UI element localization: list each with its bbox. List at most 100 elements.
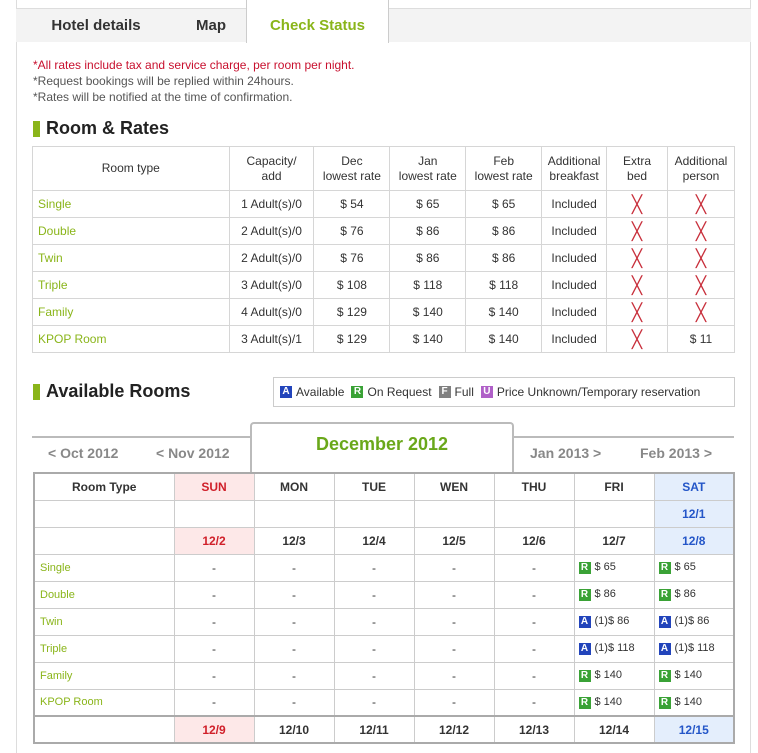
month-nav-divider bbox=[514, 436, 734, 438]
no-availability: - bbox=[173, 553, 255, 582]
date-cell-empty bbox=[413, 499, 495, 528]
additional-person-unavailable-icon: ╳ bbox=[666, 217, 736, 245]
availability-cell[interactable]: R $ 65 bbox=[573, 553, 655, 582]
request-badge-icon: R bbox=[578, 562, 591, 574]
title-marker bbox=[33, 383, 40, 400]
extra-bed-unavailable-icon: ╳ bbox=[606, 325, 668, 353]
calendar-room-row: Family - - - - - R $ 140 R $ 140 bbox=[33, 661, 735, 690]
availability-cell[interactable]: R $ 140 bbox=[653, 688, 735, 717]
rate-jan: $ 65 bbox=[389, 190, 467, 218]
no-availability: - bbox=[173, 688, 255, 717]
rate-capacity: 2 Adult(s)/0 bbox=[228, 217, 315, 245]
booking-notes: *All rates include tax and service charg… bbox=[33, 57, 355, 105]
rate-breakfast: Included bbox=[541, 217, 608, 245]
legend-label: Full bbox=[454, 385, 474, 399]
header-additional-person: Additional person bbox=[666, 146, 736, 191]
no-availability: - bbox=[333, 553, 415, 582]
no-availability: - bbox=[253, 688, 335, 717]
tab-hotel-details[interactable]: Hotel details bbox=[16, 8, 176, 42]
rate-dec: $ 129 bbox=[313, 298, 391, 326]
header-mon: MON bbox=[253, 472, 335, 501]
legend-unknown: U Price Unknown/Temporary reservation bbox=[480, 385, 700, 399]
rate-capacity: 3 Adult(s)/0 bbox=[228, 271, 315, 299]
rate-breakfast: Included bbox=[541, 298, 608, 326]
date-cell-empty bbox=[493, 499, 575, 528]
date-cell: 12/10 bbox=[253, 715, 335, 744]
rate-room-name[interactable]: KPOP Room bbox=[32, 325, 230, 353]
rate-feb: $ 65 bbox=[465, 190, 543, 218]
calendar-room-name[interactable]: KPOP Room bbox=[33, 688, 175, 717]
availability-cell[interactable]: A (1)$ 86 bbox=[573, 607, 655, 636]
calendar-date-row: 12/2 12/3 12/4 12/5 12/6 12/7 12/8 bbox=[33, 526, 735, 555]
tab-map[interactable]: Map bbox=[176, 8, 246, 42]
available-badge-icon: A bbox=[658, 616, 671, 628]
month-navigation: < Oct 2012 < Nov 2012 December 2012 Jan … bbox=[32, 420, 734, 472]
no-availability: - bbox=[253, 661, 335, 690]
rate-breakfast: Included bbox=[541, 190, 608, 218]
month-link-jan-2013[interactable]: Jan 2013 > bbox=[530, 445, 601, 461]
request-badge-icon: R bbox=[658, 589, 671, 601]
no-availability: - bbox=[493, 553, 575, 582]
rate-breakfast: Included bbox=[541, 244, 608, 272]
note-confirmation: *Rates will be notified at the time of c… bbox=[33, 90, 293, 104]
availability-cell[interactable]: A (1)$ 86 bbox=[653, 607, 735, 636]
available-title-text: Available Rooms bbox=[46, 381, 191, 401]
rate-dec: $ 108 bbox=[313, 271, 391, 299]
extra-bed-unavailable-icon: ╳ bbox=[606, 244, 668, 272]
tab-bar: Hotel details Map Check Status bbox=[16, 0, 751, 43]
rate-jan: $ 86 bbox=[389, 217, 467, 245]
rates-row: Triple 3 Adult(s)/0 $ 108 $ 118 $ 118 In… bbox=[32, 271, 736, 299]
note-tax: *All rates include tax and service charg… bbox=[33, 58, 355, 72]
rate-capacity: 2 Adult(s)/0 bbox=[228, 244, 315, 272]
rate-room-name[interactable]: Family bbox=[32, 298, 230, 326]
additional-person-price: $ 11 bbox=[666, 325, 736, 353]
date-cell-empty bbox=[33, 715, 175, 744]
additional-person-unavailable-icon: ╳ bbox=[666, 190, 736, 218]
date-cell: 12/6 bbox=[493, 526, 575, 555]
availability-cell[interactable]: A (1)$ 118 bbox=[653, 634, 735, 663]
rate-room-name[interactable]: Single bbox=[32, 190, 230, 218]
rate-feb: $ 86 bbox=[465, 244, 543, 272]
header-wen: WEN bbox=[413, 472, 495, 501]
header-fri: FRI bbox=[573, 472, 655, 501]
availability-cell[interactable]: R $ 140 bbox=[653, 661, 735, 690]
availability-cell[interactable]: R $ 140 bbox=[573, 688, 655, 717]
request-badge-icon: R bbox=[658, 562, 671, 574]
calendar-room-name[interactable]: Triple bbox=[33, 634, 175, 663]
tab-check-status[interactable]: Check Status bbox=[246, 0, 389, 43]
month-link-feb-2013[interactable]: Feb 2013 > bbox=[640, 445, 712, 461]
no-availability: - bbox=[413, 661, 495, 690]
rate-room-name[interactable]: Twin bbox=[32, 244, 230, 272]
header-feb-rate: Feb lowest rate bbox=[465, 146, 543, 191]
rate-capacity: 4 Adult(s)/0 bbox=[228, 298, 315, 326]
availability-legend: A Available R On Request F Full U Price … bbox=[273, 377, 735, 407]
date-cell-empty bbox=[33, 526, 175, 555]
date-cell: 12/12 bbox=[413, 715, 495, 744]
calendar-room-name[interactable]: Double bbox=[33, 580, 175, 609]
no-availability: - bbox=[333, 580, 415, 609]
header-extra-bed: Extra bed bbox=[606, 146, 668, 191]
rate-room-name[interactable]: Triple bbox=[32, 271, 230, 299]
month-link-nov-2012[interactable]: < Nov 2012 bbox=[156, 445, 230, 461]
available-badge-icon: A bbox=[578, 616, 591, 628]
calendar-room-name[interactable]: Single bbox=[33, 553, 175, 582]
no-availability: - bbox=[413, 580, 495, 609]
no-availability: - bbox=[173, 580, 255, 609]
availability-cell[interactable]: A (1)$ 118 bbox=[573, 634, 655, 663]
calendar-room-name[interactable]: Family bbox=[33, 661, 175, 690]
extra-bed-unavailable-icon: ╳ bbox=[606, 217, 668, 245]
calendar-room-name[interactable]: Twin bbox=[33, 607, 175, 636]
availability-cell[interactable]: R $ 65 bbox=[653, 553, 735, 582]
month-link-oct-2012[interactable]: < Oct 2012 bbox=[48, 445, 118, 461]
rate-breakfast: Included bbox=[541, 271, 608, 299]
header-capacity: Capacity/add bbox=[228, 146, 315, 191]
no-availability: - bbox=[333, 634, 415, 663]
legend-full: F Full bbox=[438, 385, 474, 399]
additional-person-unavailable-icon: ╳ bbox=[666, 271, 736, 299]
availability-cell[interactable]: R $ 86 bbox=[653, 580, 735, 609]
availability-cell[interactable]: R $ 140 bbox=[573, 661, 655, 690]
rate-room-name[interactable]: Double bbox=[32, 217, 230, 245]
calendar-room-row: Single - - - - - R $ 65 R $ 65 bbox=[33, 553, 735, 582]
availability-cell[interactable]: R $ 86 bbox=[573, 580, 655, 609]
rate-dec: $ 76 bbox=[313, 244, 391, 272]
